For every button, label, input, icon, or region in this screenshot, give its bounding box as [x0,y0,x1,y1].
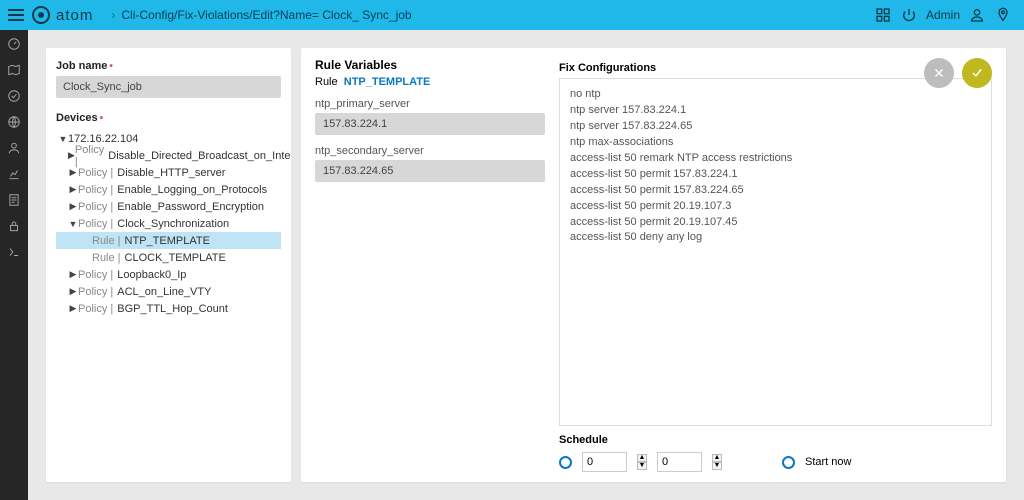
fix-config-textarea[interactable]: no ntp ntp server 157.83.224.1 ntp serve… [559,78,992,426]
schedule-section: Schedule ▲▼ ▲▼ Start now [559,434,992,472]
job-name-input[interactable] [56,76,281,98]
chart-icon[interactable] [6,166,22,182]
location-icon[interactable] [990,2,1016,28]
tree-policy-item[interactable]: ▶Policy |Loopback0_Ip [56,266,281,283]
breadcrumb[interactable]: Cli-Config/Fix-Violations/Edit?Name= Clo… [121,8,411,22]
tree-policy-item[interactable]: ▶Policy |ACL_on_Line_VTY [56,283,281,300]
var1-label: ntp_primary_server [315,98,545,110]
grid-icon[interactable] [870,2,896,28]
rule-variables-section: Rule Variables Rule NTP_TEMPLATE ntp_pri… [315,58,545,472]
job-name-label: Job name• [56,60,281,72]
check-icon[interactable] [6,88,22,104]
tree-policy-item[interactable]: ▶Policy |Disable_HTTP_server [56,164,281,181]
tree-policy-item[interactable]: ▼Policy |Clock_Synchronization [56,215,281,232]
left-nav [0,30,28,500]
minutes-input[interactable] [657,452,702,472]
globe-icon[interactable] [6,114,22,130]
power-icon[interactable] [896,2,922,28]
right-panel: Rule Variables Rule NTP_TEMPLATE ntp_pri… [301,48,1006,482]
start-now-label: Start now [805,456,851,468]
top-bar: atom › Cli-Config/Fix-Violations/Edit?Na… [0,0,1024,30]
rule-link[interactable]: NTP_TEMPLATE [344,76,431,88]
menu-icon[interactable] [8,9,24,21]
schedule-time-radio[interactable] [559,456,572,469]
tree-policy-item[interactable]: ▶Policy |Enable_Logging_on_Protocols [56,181,281,198]
confirm-button[interactable] [962,58,992,88]
hours-spinner[interactable]: ▲▼ [637,454,647,470]
user-icon[interactable] [964,2,990,28]
tree-rule-item[interactable]: Rule |NTP_TEMPLATE [56,232,281,249]
var2-value[interactable]: 157.83.224.65 [315,160,545,182]
tree-rule-item[interactable]: Rule |CLOCK_TEMPLATE [56,249,281,266]
left-panel: Job name• Devices• ▼172.16.22.104▶Policy… [46,48,291,482]
cancel-button[interactable] [924,58,954,88]
brand-label: atom [56,7,93,24]
doc-icon[interactable] [6,192,22,208]
start-now-radio[interactable] [782,456,795,469]
hours-input[interactable] [582,452,627,472]
terminal-icon[interactable] [6,244,22,260]
fix-column: Fix Configurations no ntp ntp server 157… [559,58,992,472]
user-label[interactable]: Admin [926,8,960,22]
schedule-label: Schedule [559,434,992,446]
var1-value[interactable]: 157.83.224.1 [315,113,545,135]
logo-icon [32,6,50,24]
rule-vars-title: Rule Variables [315,58,545,72]
map-icon[interactable] [6,62,22,78]
tree-policy-item[interactable]: ▶Policy |BGP_TTL_Hop_Count [56,300,281,317]
user-nav-icon[interactable] [6,140,22,156]
devices-label: Devices• [56,112,281,124]
main-area: Job name• Devices• ▼172.16.22.104▶Policy… [28,30,1024,500]
dashboard-icon[interactable] [6,36,22,52]
var2-label: ntp_secondary_server [315,145,545,157]
chevron-right-icon: › [111,8,115,22]
tree-policy-item[interactable]: ▶Policy |Enable_Password_Encryption [56,198,281,215]
device-tree: ▼172.16.22.104▶Policy |Disable_Directed_… [56,130,281,317]
minutes-spinner[interactable]: ▲▼ [712,454,722,470]
lock-icon[interactable] [6,218,22,234]
tree-policy-item[interactable]: ▶Policy |Disable_Directed_Broadcast_on_I… [56,147,281,164]
